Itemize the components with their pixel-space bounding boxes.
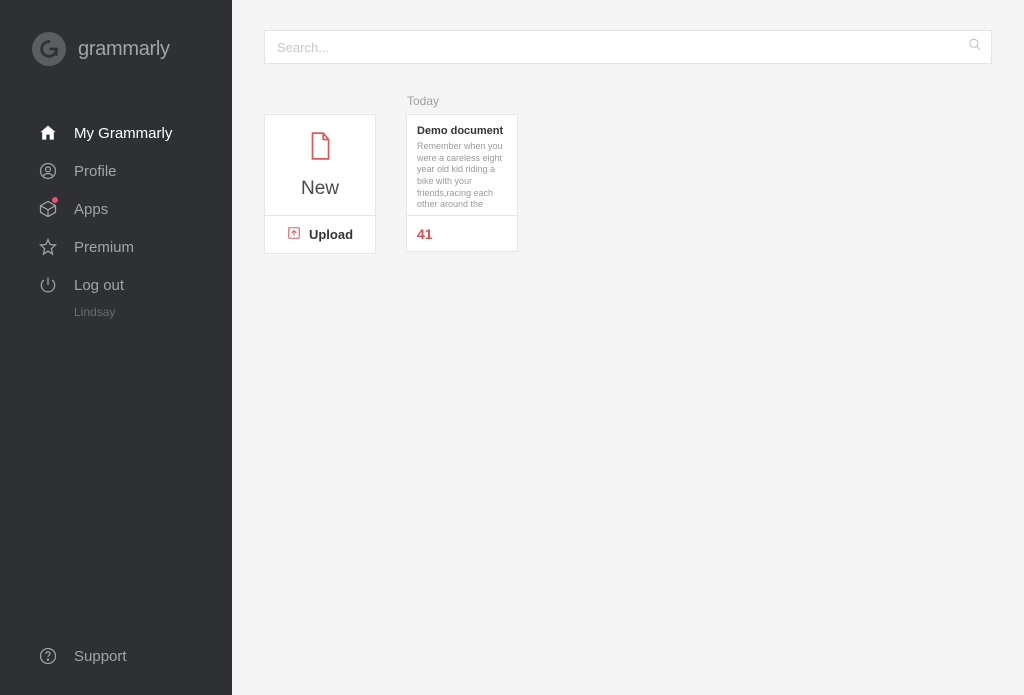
sidebar-item-apps[interactable]: Apps <box>0 190 232 228</box>
sidebar-item-label: Log out <box>74 278 124 293</box>
home-icon <box>38 123 58 143</box>
documents-row: . New <box>264 94 992 254</box>
brand-logo-icon <box>32 32 66 66</box>
sidebar-item-support[interactable]: Support <box>0 637 232 675</box>
sidebar-item-my-grammarly[interactable]: My Grammarly <box>0 114 232 152</box>
today-column: Today Demo document Remember when you we… <box>406 94 518 252</box>
sidebar-item-label: Support <box>74 649 127 664</box>
new-document-label: New <box>301 178 339 200</box>
upload-icon <box>287 226 301 243</box>
search-bar <box>264 30 992 64</box>
sidebar-nav: My Grammarly Profile Apps <box>0 114 232 319</box>
document-card[interactable]: Demo document Remember when you were a c… <box>406 114 518 252</box>
search-icon[interactable] <box>968 38 982 57</box>
document-title: Demo document <box>417 125 507 137</box>
sidebar-item-label: Apps <box>74 202 108 217</box>
upload-label: Upload <box>309 227 353 242</box>
sidebar-item-logout[interactable]: Log out <box>0 266 232 304</box>
sidebar-bottom: Support <box>0 637 232 695</box>
search-input[interactable] <box>264 30 992 64</box>
upload-button[interactable]: Upload <box>265 215 375 253</box>
document-preview: Remember when you were a careless eight … <box>417 141 507 211</box>
new-document-icon <box>307 131 333 166</box>
brand-logo[interactable]: grammarly <box>0 32 232 114</box>
main-content: . New <box>232 0 1024 695</box>
sidebar-item-label: Premium <box>74 240 134 255</box>
sidebar-item-label: My Grammarly <box>74 126 172 141</box>
sidebar-item-label: Profile <box>74 164 117 179</box>
new-document-card[interactable]: New Upload <box>264 114 376 254</box>
notification-dot-icon <box>51 196 59 204</box>
power-icon <box>38 275 58 295</box>
sidebar-username: Lindsay <box>0 304 232 319</box>
help-icon <box>38 646 58 666</box>
sidebar-item-profile[interactable]: Profile <box>0 152 232 190</box>
document-issue-count: 41 <box>417 226 433 242</box>
profile-icon <box>38 161 58 181</box>
brand-name: grammarly <box>78 38 170 61</box>
sidebar-item-premium[interactable]: Premium <box>0 228 232 266</box>
section-today-label: Today <box>406 94 518 108</box>
sidebar: grammarly My Grammarly Profile <box>0 0 232 695</box>
new-document-main: New <box>265 115 375 215</box>
new-column: . New <box>264 94 376 254</box>
document-card-footer: 41 <box>407 215 517 251</box>
document-card-body: Demo document Remember when you were a c… <box>407 115 517 215</box>
star-icon <box>38 237 58 257</box>
